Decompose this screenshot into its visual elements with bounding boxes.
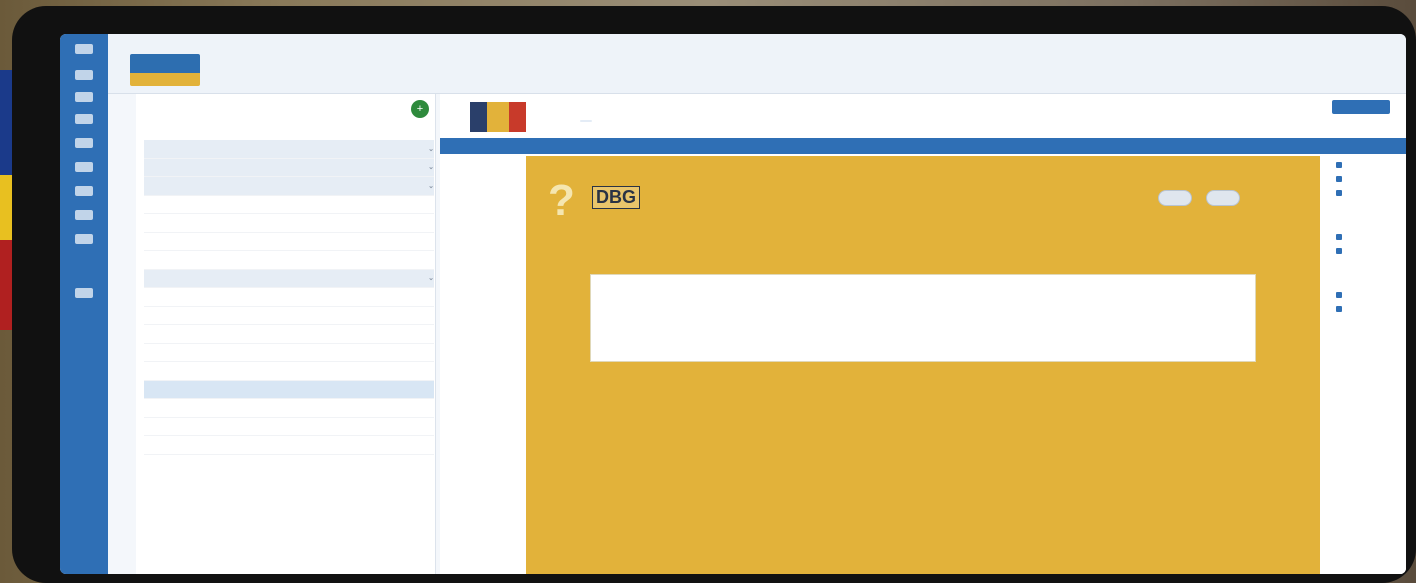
lesson-status-chip [580,120,592,122]
tree-lesson-row[interactable] [144,436,434,455]
screen: + ⌄ ⌄ ⌄ ⌄ ? DBG [60,34,1406,574]
tree-unit-row[interactable]: ⌄ [144,140,434,159]
tools-item[interactable] [1336,306,1406,312]
menu-icon[interactable] [75,44,93,54]
tree-unit-row[interactable]: ⌄ [144,158,434,177]
primary-button[interactable] [1332,100,1390,114]
lesson-header [440,94,1406,140]
tools-item[interactable] [1336,176,1406,182]
tools-panel [1322,154,1406,574]
tree-lesson-row[interactable] [144,307,434,325]
tree-lesson-row[interactable] [144,251,434,270]
tools-item[interactable] [1336,292,1406,298]
lesson-main: ? DBG [440,94,1406,574]
card-pill-button-2[interactable] [1206,190,1240,206]
tools-item[interactable] [1336,248,1406,254]
tools-item[interactable] [1336,234,1406,240]
tree-lesson-row[interactable] [144,399,434,418]
tree-lesson-row[interactable] [144,196,434,214]
dbg-activity-card: ? DBG [526,156,1320,574]
tool-icon [1336,306,1342,312]
courses-icon[interactable] [75,92,93,102]
help-icon[interactable] [75,288,93,298]
chevron-down-icon[interactable]: ⌄ [414,182,434,190]
lesson-tree: ⌄ ⌄ ⌄ ⌄ [144,140,434,455]
tools-item[interactable] [1336,190,1406,196]
tree-lesson-row[interactable] [144,325,434,344]
tree-lesson-row[interactable] [144,380,434,399]
chevron-down-icon[interactable]: ⌄ [414,274,434,282]
add-button[interactable]: + [411,100,429,118]
tree-unit-row[interactable]: ⌄ [144,177,434,196]
dbg-label: DBG [592,186,640,209]
question-mark-icon: ? [548,176,575,225]
search-input[interactable] [152,108,302,122]
tool-icon [1336,248,1342,254]
tool-icon [1336,292,1342,298]
tree-lesson-row[interactable] [144,362,434,381]
calendar-icon[interactable] [75,114,93,124]
tree-unit-row[interactable]: ⌄ [144,269,434,288]
tree-lesson-row[interactable] [144,344,434,362]
lesson-thumbnail [470,102,526,132]
tree-lesson-row[interactable] [144,233,434,251]
activity-bar [440,138,1406,154]
library-icon[interactable] [75,138,93,148]
grades-icon[interactable] [75,210,93,220]
top-bar [108,34,1406,94]
lesson-tree-panel: + ⌄ ⌄ ⌄ ⌄ [136,94,436,574]
home-icon[interactable] [75,70,93,80]
chevron-down-icon[interactable]: ⌄ [414,145,434,153]
tool-icon [1336,176,1342,182]
inbox-icon[interactable] [75,162,93,172]
tree-lesson-row[interactable] [144,288,434,307]
tool-icon [1336,234,1342,240]
course-logo [130,54,200,86]
tool-icon [1336,190,1342,196]
people-icon[interactable] [75,186,93,196]
reports-icon[interactable] [75,234,93,244]
chevron-down-icon[interactable]: ⌄ [414,163,434,171]
card-pill-button-1[interactable] [1158,190,1192,206]
tablet-frame: + ⌄ ⌄ ⌄ ⌄ ? DBG [12,6,1416,583]
tree-lesson-row[interactable] [144,214,434,233]
tree-lesson-row[interactable] [144,418,434,436]
response-editor[interactable] [590,274,1256,362]
nav-rail [60,34,108,574]
tools-item[interactable] [1336,162,1406,168]
tool-icon [1336,162,1342,168]
